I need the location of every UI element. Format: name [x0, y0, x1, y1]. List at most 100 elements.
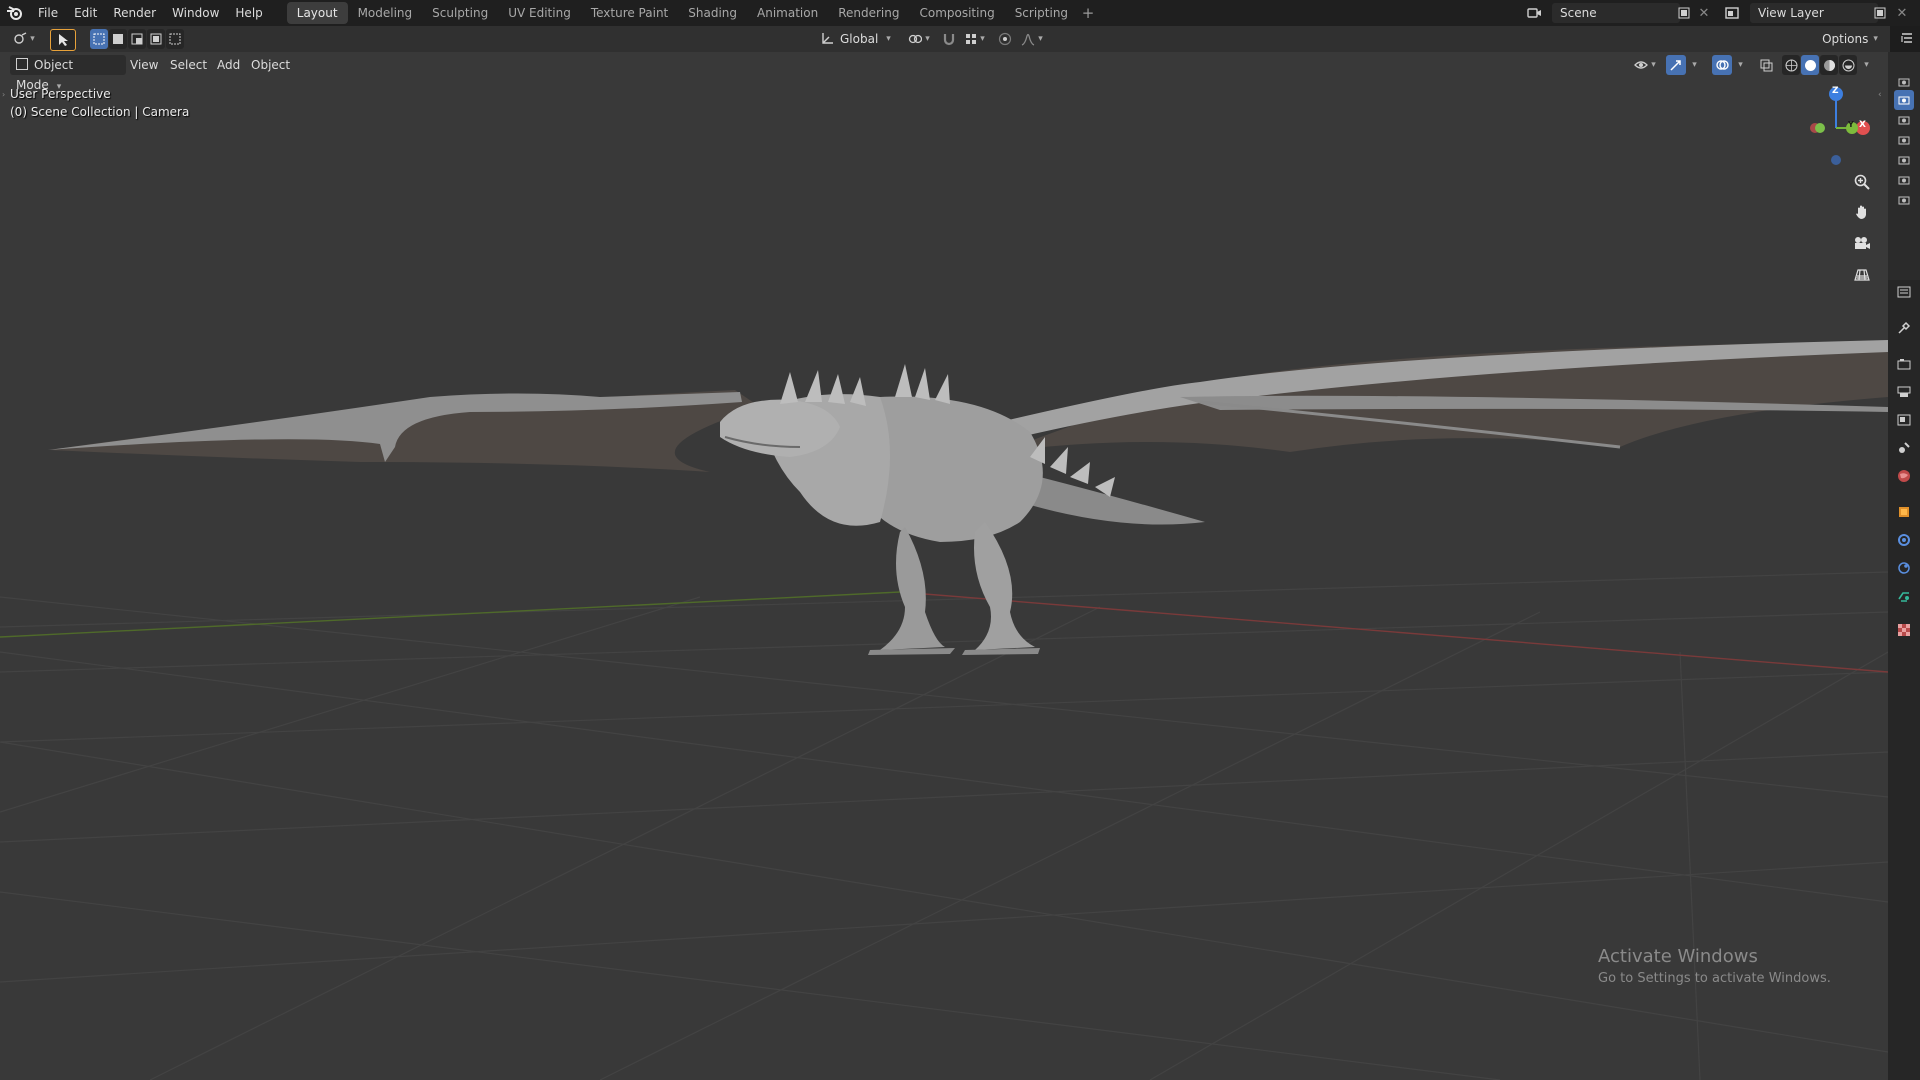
tab-rendering[interactable]: Rendering: [828, 2, 909, 24]
snap-increment-icon[interactable]: ▾: [960, 29, 990, 49]
neg-y-axis-icon[interactable]: [1815, 123, 1825, 133]
tab-shading[interactable]: Shading: [678, 2, 747, 24]
texture-icon[interactable]: [1894, 620, 1914, 640]
rendered-shading-icon[interactable]: [1839, 55, 1857, 75]
gizmo-dropdown[interactable]: ▾: [1686, 55, 1700, 75]
solid-shading-icon[interactable]: [1801, 55, 1819, 75]
toolbar-expand-icon[interactable]: ›: [2, 90, 5, 99]
object-mode-icon: [16, 58, 28, 70]
blender-logo-icon[interactable]: [0, 0, 30, 26]
viewport-scene: [0, 340, 1888, 1080]
dragon-model[interactable]: [48, 340, 1888, 655]
restrict-icon-3[interactable]: [1894, 110, 1914, 130]
overlay-icon[interactable]: [1712, 55, 1732, 75]
proportional-falloff-icon[interactable]: ▾: [1018, 29, 1046, 49]
mode-selector[interactable]: Object Mode ▾: [10, 55, 126, 92]
new-scene-icon[interactable]: [1674, 3, 1694, 23]
menu-edit[interactable]: Edit: [66, 0, 105, 26]
render-icon[interactable]: [1894, 354, 1914, 374]
sidebar-expand-icon[interactable]: ‹: [1878, 90, 1882, 100]
view-layer-name: View Layer: [1758, 6, 1824, 20]
workspace-tabs: Layout Modeling Sculpting UV Editing Tex…: [286, 0, 1098, 26]
restrict-icon-4[interactable]: [1894, 130, 1914, 150]
scene-props-icon[interactable]: [1894, 438, 1914, 458]
world-icon[interactable]: [1894, 466, 1914, 486]
editor-type-icon[interactable]: ▾: [10, 29, 38, 49]
gizmo-y-label: Y: [1848, 120, 1854, 129]
menu-add[interactable]: Add: [211, 55, 246, 75]
visibility-icon[interactable]: ▾: [1630, 55, 1660, 75]
x-axis-line: [899, 591, 1888, 673]
options-label: Options: [1822, 32, 1869, 46]
transform-orientation-icon[interactable]: [818, 29, 836, 49]
menu-help[interactable]: Help: [227, 0, 270, 26]
select-box-icon[interactable]: [50, 29, 76, 51]
gizmo-x-label: X: [1859, 120, 1866, 130]
properties-editor-icon[interactable]: [1894, 282, 1914, 302]
activate-windows-subtitle: Go to Settings to activate Windows.: [1598, 971, 1831, 986]
view-layer-selector[interactable]: View Layer: [1750, 3, 1878, 23]
menu-select[interactable]: Select: [164, 55, 213, 75]
3d-viewport[interactable]: [0, 52, 1888, 1080]
tool-settings-bar: ▾ Global ▾ ▾ ▾ ▾ Options ▾: [0, 26, 1890, 52]
overlay-dropdown[interactable]: ▾: [1732, 55, 1746, 75]
scene-selector[interactable]: Scene: [1552, 3, 1680, 23]
remove-scene-icon[interactable]: ✕: [1694, 3, 1714, 23]
outliner-toggle-icon[interactable]: [1896, 29, 1918, 49]
new-view-layer-icon[interactable]: [1870, 3, 1890, 23]
menu-render[interactable]: Render: [105, 0, 164, 26]
tab-uv-editing[interactable]: UV Editing: [498, 2, 581, 24]
material-shading-icon[interactable]: [1820, 55, 1838, 75]
transform-orientation-dropdown[interactable]: Global ▾: [840, 29, 898, 49]
restrict-icon-5[interactable]: [1894, 150, 1914, 170]
pivot-icon[interactable]: ▾: [904, 29, 934, 49]
top-bar: File Edit Render Window Help Layout Mode…: [0, 0, 1920, 26]
tab-animation[interactable]: Animation: [747, 2, 828, 24]
mode-extend-icon[interactable]: [109, 29, 127, 49]
navigation-gizmo[interactable]: Z X Y: [1796, 84, 1876, 168]
menu-window[interactable]: Window: [164, 0, 227, 26]
add-workspace-button[interactable]: +: [1078, 4, 1098, 22]
mode-invert-icon[interactable]: [166, 29, 184, 49]
modifier-icon[interactable]: [1894, 530, 1914, 550]
remove-view-layer-icon[interactable]: ✕: [1892, 3, 1912, 23]
pan-hand-icon[interactable]: [1849, 199, 1875, 225]
scene-icon[interactable]: [1524, 3, 1544, 23]
tool-icon[interactable]: [1894, 318, 1914, 338]
gizmo-icon[interactable]: [1666, 55, 1686, 75]
tab-modeling[interactable]: Modeling: [348, 2, 423, 24]
restrict-icon-6[interactable]: [1894, 170, 1914, 190]
tab-scripting[interactable]: Scripting: [1005, 2, 1078, 24]
neg-z-axis-icon[interactable]: [1831, 155, 1841, 165]
restrict-icon-7[interactable]: [1894, 190, 1914, 210]
snap-icon[interactable]: [940, 29, 958, 49]
grid-view-icon[interactable]: [1849, 261, 1875, 287]
mode-intersect-icon[interactable]: [147, 29, 165, 49]
menu-object[interactable]: Object: [245, 55, 296, 75]
menu-view[interactable]: View: [124, 55, 164, 75]
options-dropdown[interactable]: Options ▾: [1818, 29, 1882, 49]
view-layer-props-icon[interactable]: [1894, 410, 1914, 430]
xray-icon[interactable]: [1756, 55, 1776, 75]
mode-set-new-icon[interactable]: [90, 29, 108, 49]
y-axis-line: [0, 591, 901, 638]
activate-windows-title: Activate Windows: [1598, 946, 1758, 967]
render-restrict-icon[interactable]: [1894, 90, 1914, 110]
object-icon[interactable]: [1894, 502, 1914, 522]
physics-icon[interactable]: [1894, 558, 1914, 578]
proportional-edit-icon[interactable]: [996, 29, 1014, 49]
tab-compositing[interactable]: Compositing: [909, 2, 1004, 24]
camera-view-icon[interactable]: [1849, 230, 1875, 256]
zoom-icon[interactable]: [1849, 169, 1875, 195]
tab-layout[interactable]: Layout: [286, 2, 348, 24]
constraint-icon[interactable]: [1894, 586, 1914, 606]
wireframe-shading-icon[interactable]: [1782, 55, 1800, 75]
camera-restrict-icon[interactable]: [1894, 72, 1914, 92]
mode-subtract-icon[interactable]: [128, 29, 146, 49]
output-icon[interactable]: [1894, 382, 1914, 402]
menu-file[interactable]: File: [30, 0, 66, 26]
tab-sculpting[interactable]: Sculpting: [422, 2, 498, 24]
shading-dropdown[interactable]: ▾: [1858, 55, 1872, 75]
view-layer-icon[interactable]: [1722, 3, 1742, 23]
tab-texture-paint[interactable]: Texture Paint: [581, 2, 678, 24]
